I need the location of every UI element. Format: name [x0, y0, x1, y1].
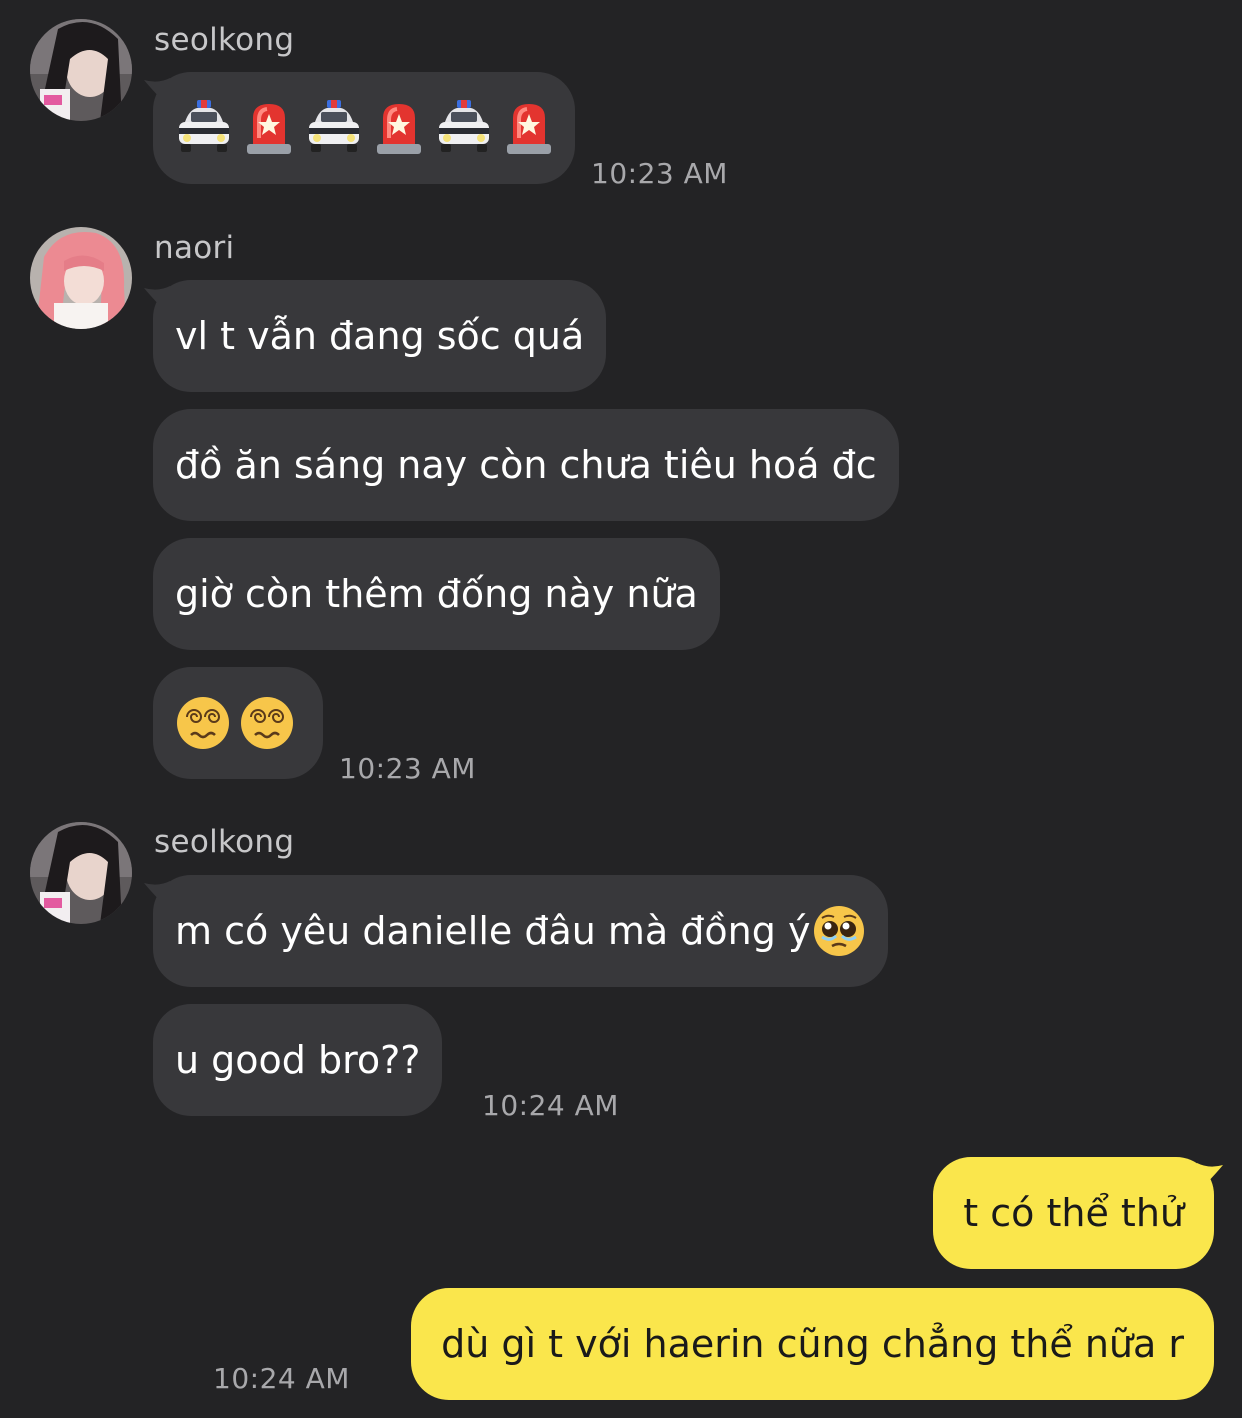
message-text: đồ ăn sáng nay còn chưa tiêu hoá đc — [175, 443, 877, 487]
outgoing-message-bubble[interactable]: dù gì t với haerin cũng chẳng thể nữa r — [411, 1288, 1214, 1400]
message-text: t có thể thử — [963, 1191, 1184, 1235]
bubble-tail — [144, 78, 170, 108]
message-bubble[interactable]: giờ còn thêm đống này nữa — [153, 538, 720, 650]
timestamp: 10:23 AM — [339, 752, 476, 785]
avatar-seolkong[interactable] — [30, 19, 132, 121]
pleading-face-icon — [814, 906, 865, 956]
message-bubble[interactable]: đồ ăn sáng nay còn chưa tiêu hoá đc — [153, 409, 899, 521]
avatar-seolkong[interactable] — [30, 822, 132, 924]
police-car-icon — [179, 100, 229, 152]
emoji-row — [175, 695, 295, 751]
message-bubble[interactable]: u good bro?? — [153, 1004, 443, 1116]
sender-name: naori — [154, 230, 235, 266]
message-text: u good bro?? — [175, 1038, 421, 1082]
police-light-icon — [507, 104, 551, 154]
timestamp: 10:24 AM — [482, 1089, 619, 1122]
avatar-naori[interactable] — [30, 227, 132, 329]
dizzy-face-icon — [177, 697, 229, 749]
dizzy-face-icon — [241, 697, 293, 749]
bubble-tail — [144, 286, 170, 316]
police-light-icon — [247, 104, 291, 154]
police-light-icon — [377, 104, 421, 154]
outgoing-message-bubble[interactable]: t có thể thử — [933, 1157, 1223, 1269]
message-text: vl t vẫn đang sốc quá — [175, 314, 585, 358]
message-bubble[interactable] — [153, 667, 323, 779]
message-bubble[interactable]: vl t vẫn đang sốc quá — [144, 280, 607, 392]
timestamp: 10:24 AM — [213, 1362, 350, 1395]
bubble-tail — [1197, 1163, 1223, 1193]
message-text: dù gì t với haerin cũng chẳng thể nữa r — [441, 1322, 1184, 1366]
emoji-row — [175, 98, 557, 158]
message-bubble[interactable]: m có yêu danielle đâu mà đồng ý — [144, 875, 889, 987]
sender-name: seolkong — [154, 824, 295, 860]
timestamp: 10:23 AM — [591, 157, 728, 190]
bubble-tail — [144, 881, 170, 911]
message-text: giờ còn thêm đống này nữa — [175, 572, 698, 616]
message-text: m có yêu danielle đâu mà đồng ý — [175, 909, 811, 953]
police-car-icon — [309, 100, 359, 152]
sender-name: seolkong — [154, 22, 295, 58]
message-bubble[interactable] — [144, 72, 575, 184]
police-car-icon — [439, 100, 489, 152]
